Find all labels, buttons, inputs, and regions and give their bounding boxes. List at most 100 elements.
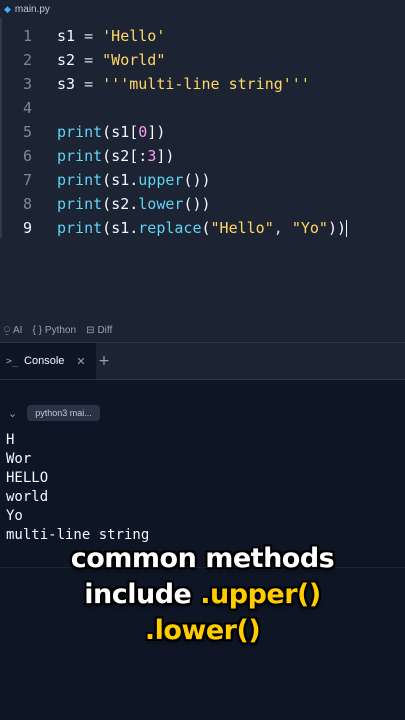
line-number: 8 <box>22 195 32 213</box>
line-number: 1 <box>22 27 32 45</box>
code-token: = <box>75 51 103 69</box>
code-line[interactable]: 1 s1 = 'Hello' <box>0 24 405 48</box>
code-token: 'Hello' <box>102 27 166 45</box>
line-number: 6 <box>22 147 32 165</box>
code-text: s3 = '''multi-line string''' <box>57 75 310 93</box>
console-output-line: world <box>6 489 49 505</box>
code-token: "Hello" <box>210 219 274 237</box>
code-token: ( <box>102 219 112 237</box>
code-token: replace <box>138 219 202 237</box>
console-output-line: Wor <box>6 451 32 467</box>
code-token: upper <box>138 171 184 189</box>
plus-icon: + <box>98 353 110 369</box>
code-line[interactable]: 6 print(s2[:3]) <box>0 144 405 168</box>
code-token: = <box>75 75 103 93</box>
line-number: 3 <box>22 75 32 93</box>
console-output-line: H <box>6 432 15 448</box>
code-token: 0 <box>138 123 148 141</box>
code-token: lower <box>138 195 184 213</box>
code-line[interactable]: 3 s3 = '''multi-line string''' <box>0 72 405 96</box>
code-line[interactable]: 7 print(s1.upper()) <box>0 168 405 192</box>
code-line[interactable]: 9 print(s1.replace("Hello", "Yo")) <box>0 216 405 240</box>
diff-icon: ⊟ <box>86 324 95 336</box>
code-token: ( <box>102 195 112 213</box>
line-number: 7 <box>22 171 32 189</box>
console-tab-bar: >_ Console ✕ + <box>0 343 405 380</box>
chevron-down-icon[interactable]: ⌄ <box>8 407 17 420</box>
ai-icon: ⍜ <box>4 324 10 336</box>
language-button[interactable]: { } Python <box>32 325 76 336</box>
editor-tab-bar: ◆ main.py <box>0 0 405 19</box>
diff-button[interactable]: ⊟ Diff <box>86 325 112 336</box>
code-token: ()) <box>183 195 211 213</box>
code-token: s2 <box>111 147 130 165</box>
code-token: '''multi-line string''' <box>102 75 310 93</box>
code-token: ( <box>102 123 112 141</box>
caption-highlight-upper: .upper() <box>200 579 321 610</box>
code-token: print <box>57 123 103 141</box>
code-token: ]) <box>147 123 166 141</box>
console-output-line: HELLO <box>6 470 49 486</box>
code-token: print <box>57 219 103 237</box>
tab-console[interactable]: >_ Console ✕ <box>0 343 96 379</box>
code-token: print <box>57 171 103 189</box>
line-number: 9 <box>22 219 32 237</box>
line-number: 2 <box>22 51 32 69</box>
code-token: s1. <box>111 171 139 189</box>
caption-line-1: common methods <box>70 543 335 574</box>
code-line[interactable]: 5 print(s1[0]) <box>0 120 405 144</box>
code-line[interactable]: 4 <box>0 96 405 120</box>
console-tab-label: Console <box>24 355 65 367</box>
shell-selector-row: ⌄ python3 mai... <box>0 400 100 426</box>
shell-session-badge[interactable]: python3 mai... <box>27 405 100 421</box>
code-token: "Yo" <box>291 219 328 237</box>
caption-plain-text: include <box>84 579 201 610</box>
terminal-prompt-icon: >_ <box>6 355 19 367</box>
new-tab-button[interactable]: + <box>96 343 112 379</box>
video-caption: common methods include .upper() .lower() <box>0 541 405 649</box>
code-token: s1 <box>57 27 76 45</box>
code-token: ( <box>201 219 211 237</box>
code-token: s1 <box>111 123 130 141</box>
code-line[interactable]: 2 s2 = "World" <box>0 48 405 72</box>
line-number: 5 <box>22 123 32 141</box>
file-tab-label: main.py <box>14 3 50 15</box>
caption-line-3: .lower() <box>0 613 405 649</box>
code-token: ()) <box>183 171 211 189</box>
language-label: Python <box>44 324 77 336</box>
caption-highlight-lower: .lower() <box>144 615 261 646</box>
code-token: s1. <box>111 219 139 237</box>
code-line[interactable]: 8 print(s2.lower()) <box>0 192 405 216</box>
braces-icon: { } <box>32 324 42 336</box>
code-token: )) <box>327 219 346 237</box>
code-token: print <box>57 147 103 165</box>
code-token: "World" <box>102 51 166 69</box>
code-token: ( <box>102 171 112 189</box>
code-text: s1 = 'Hello' <box>57 27 165 45</box>
code-token: s3 <box>57 75 76 93</box>
code-token: s2. <box>111 195 139 213</box>
ai-button[interactable]: ⍜ AI <box>4 325 22 336</box>
file-tab-main-py[interactable]: ◆ main.py <box>0 0 58 18</box>
console-output-line: Yo <box>6 508 23 524</box>
code-token: s2 <box>57 51 76 69</box>
code-token: [: <box>129 147 148 165</box>
code-text: print(s1[0]) <box>57 123 165 141</box>
caption-line-2: include .upper() <box>0 577 405 613</box>
ai-label: AI <box>13 324 23 336</box>
code-token: print <box>57 195 103 213</box>
code-token: = <box>75 27 103 45</box>
code-text: print(s1.replace("Hello", "Yo")) <box>57 219 347 237</box>
code-text: print(s1.upper()) <box>57 171 211 189</box>
code-text: print(s2[:3]) <box>57 147 174 165</box>
close-icon[interactable]: ✕ <box>76 355 85 368</box>
code-token: ]) <box>156 147 175 165</box>
python-file-icon: ◆ <box>4 3 11 14</box>
code-text: print(s2.lower()) <box>57 195 211 213</box>
code-editor[interactable]: 1 s1 = 'Hello' 2 s2 = "World" 3 s3 = '''multi… <box>0 18 405 318</box>
text-cursor <box>346 220 347 237</box>
editor-status-bar: ⍜ AI { } Python ⊟ Diff <box>0 318 405 343</box>
line-number: 4 <box>22 99 32 117</box>
code-token: , <box>273 219 292 237</box>
code-token: [ <box>129 123 139 141</box>
